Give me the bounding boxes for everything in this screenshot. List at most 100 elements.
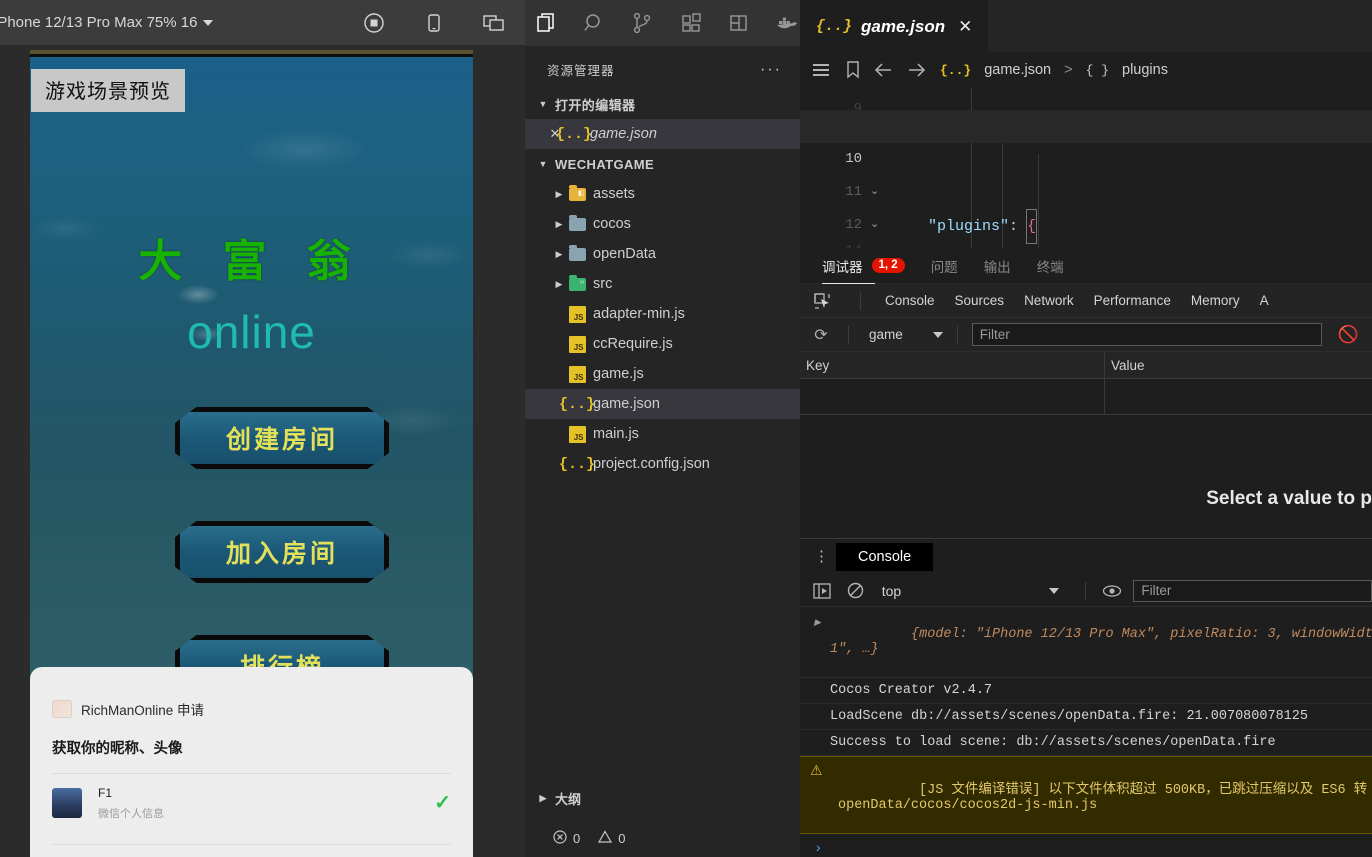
back-arrow-icon[interactable] xyxy=(874,62,894,78)
log-entry-object[interactable]: ▶ {model: "iPhone 12/13 Pro Max", pixelRa… xyxy=(800,607,1372,678)
console-context-select[interactable]: top xyxy=(882,583,1071,599)
code-line-13: 13 "version": "2.4.9", xyxy=(800,209,1372,242)
tree-item-project-config-json[interactable]: ▶ {..} project.config.json xyxy=(525,449,800,479)
clear-console-icon[interactable] xyxy=(844,582,868,599)
panel-tabs: 调试器 1, 2 问题 输出 终端 xyxy=(800,248,1372,284)
tree-item-game-js[interactable]: ▶ JS game.js xyxy=(525,359,800,389)
tab-label: 终端 xyxy=(1036,259,1064,275)
tab-output[interactable]: 输出 xyxy=(984,248,1011,284)
storage-filter-input[interactable]: Filter xyxy=(971,323,1322,346)
devtools-tab-performance[interactable]: Performance xyxy=(1094,293,1171,308)
refresh-icon[interactable]: ⟳ xyxy=(808,325,834,345)
console-log-list: ▶ {model: "iPhone 12/13 Pro Max", pixelRa… xyxy=(800,607,1372,857)
list-view-icon[interactable] xyxy=(812,62,832,78)
tree-item-game-json[interactable]: ▶ {..} game.json xyxy=(525,389,800,419)
device-rotate-icon[interactable] xyxy=(421,10,447,36)
divider xyxy=(956,325,958,344)
forward-arrow-icon[interactable] xyxy=(907,62,927,78)
log-text: {model: "iPhone 12/13 Pro Max", pixelRat… xyxy=(911,627,1372,642)
breadcrumb: {..} game.json > { } plugins xyxy=(800,52,1372,88)
expand-arrow-icon[interactable]: ▶ xyxy=(814,618,821,628)
select-value-message: Select a value to p xyxy=(1206,488,1372,509)
section-project-root[interactable]: ▼ WECHATGAME xyxy=(525,149,800,179)
extensions-icon[interactable] xyxy=(678,8,704,38)
tab-label: game.json xyxy=(861,16,946,36)
join-room-button[interactable]: 加入房间 xyxy=(175,521,389,583)
tab-problems[interactable]: 问题 xyxy=(931,248,958,284)
breadcrumb-file[interactable]: game.json xyxy=(984,62,1051,78)
log-text: [JS 文件编译错误] 以下文件体积超过 500KB，已跳过压缩以及 ES6 转… xyxy=(919,783,1372,798)
devtools-tab-network[interactable]: Network xyxy=(1024,293,1074,308)
storage-toolbar: ⟳ game Filter 🚫 xyxy=(800,318,1372,352)
warning-icon: ⚠ xyxy=(810,764,823,780)
tree-item-ccrequire-js[interactable]: ▶ JS ccRequire.js xyxy=(525,329,800,359)
tab-game-json[interactable]: {..} game.json ✕ xyxy=(800,0,989,52)
simulator-tool-icons xyxy=(361,0,517,46)
drawer-tabbar: ⋮ Console xyxy=(800,539,1372,575)
devtools-tab-sources[interactable]: Sources xyxy=(955,293,1005,308)
explorer-icon[interactable] xyxy=(533,8,559,38)
devtools-tab-application[interactable]: A xyxy=(1260,293,1269,308)
explorer-more-icon[interactable]: ··· xyxy=(760,61,782,79)
source-control-icon[interactable] xyxy=(629,8,655,38)
game-canvas[interactable]: 游戏场景预览 大 富 翁 online 创建房间 加入房间 排行榜 xyxy=(30,57,473,717)
open-editor-item-game-json[interactable]: ✕ {..} game.json xyxy=(525,119,800,149)
tree-item-label: assets xyxy=(593,186,635,202)
tree-item-label: game.json xyxy=(593,396,660,412)
tree-item-adapter-min-js[interactable]: ▶ JS adapter-min.js xyxy=(525,299,800,329)
inspect-element-icon[interactable] xyxy=(808,289,836,313)
clear-console-icon[interactable]: 🚫 xyxy=(1338,325,1359,345)
minigame-debug-icon[interactable] xyxy=(726,8,752,38)
chevron-right-icon: ▶ xyxy=(555,248,563,259)
breadcrumb-symbol[interactable]: plugins xyxy=(1122,62,1168,78)
section-open-editors[interactable]: ▼ 打开的编辑器 xyxy=(525,89,800,119)
preview-badge: 游戏场景预览 xyxy=(31,69,185,112)
storage-scope-select[interactable]: game xyxy=(863,327,943,342)
table-row[interactable] xyxy=(800,379,1372,415)
cell-key xyxy=(800,379,1105,414)
section-outline[interactable]: ▶ 大纲 xyxy=(525,783,800,813)
console-prompt[interactable]: › xyxy=(800,834,1372,857)
js-file-icon: JS xyxy=(567,365,587,383)
authorization-sheet: RichManOnline 申请 获取你的昵称、头像 F1 微信个人信息 ✓ xyxy=(30,667,473,857)
divider xyxy=(860,291,861,310)
console-sidebar-icon[interactable] xyxy=(810,582,834,599)
tree-item-label: ccRequire.js xyxy=(593,336,673,352)
js-file-icon: JS xyxy=(567,425,587,443)
tree-item-main-js[interactable]: ▶ JS main.js xyxy=(525,419,800,449)
app-avatar-icon xyxy=(52,700,72,718)
tree-item-src[interactable]: ▶ ‹› src xyxy=(525,269,800,299)
record-icon[interactable] xyxy=(361,10,387,36)
log-text-continued: openData/cocos/cocos2d-js-min.js xyxy=(838,798,1098,813)
docker-icon[interactable] xyxy=(774,8,800,38)
problems-status[interactable]: 0 0 xyxy=(525,825,800,851)
code-editor[interactable]: 9 }, 10 ⌄ "plugins": { 11 ⌄ "cocos": { 1… xyxy=(800,88,1372,248)
js-file-icon: JS xyxy=(567,335,587,353)
multi-window-icon[interactable] xyxy=(481,10,507,36)
code-line-12: 12 "provider": "wx7095f7fa398a2f30", xyxy=(800,176,1372,233)
live-expression-icon[interactable] xyxy=(1100,584,1124,598)
bookmark-icon[interactable] xyxy=(845,61,861,79)
drawer-tab-console[interactable]: Console xyxy=(836,543,934,571)
devtools-tab-memory[interactable]: Memory xyxy=(1191,293,1240,308)
close-icon[interactable]: ✕ xyxy=(958,17,972,37)
devtools-tab-console[interactable]: Console xyxy=(885,293,935,308)
tree-item-opendata[interactable]: ▶ openData xyxy=(525,239,800,269)
folder-icon: ◧ xyxy=(567,184,587,201)
auth-profile-item[interactable]: F1 微信个人信息 ✓ xyxy=(30,774,473,821)
more-options-icon[interactable]: ⋮ xyxy=(814,549,829,564)
console-filter-input[interactable]: Filter xyxy=(1133,579,1372,602)
error-icon xyxy=(553,829,567,847)
tree-item-assets[interactable]: ▶ ◧ assets xyxy=(525,179,800,209)
tab-debugger[interactable]: 调试器 1, 2 xyxy=(822,248,905,284)
tab-terminal[interactable]: 终端 xyxy=(1037,248,1064,284)
search-icon[interactable] xyxy=(581,8,607,38)
device-selector[interactable]: iPhone 12/13 Pro Max 75% 16 xyxy=(0,14,214,31)
create-room-button[interactable]: 创建房间 xyxy=(175,407,389,469)
wechat-devtools-simulator: iPhone 12/13 Pro Max 75% 16 游戏场景预览 大 富 翁 xyxy=(0,0,525,857)
code-line-10: 10 ⌄ "plugins": { xyxy=(800,110,1372,244)
tree-item-cocos[interactable]: ▶ cocos xyxy=(525,209,800,239)
folder-icon: ‹› xyxy=(567,274,587,291)
chevron-down-icon xyxy=(932,331,943,338)
folder-icon xyxy=(567,214,587,231)
